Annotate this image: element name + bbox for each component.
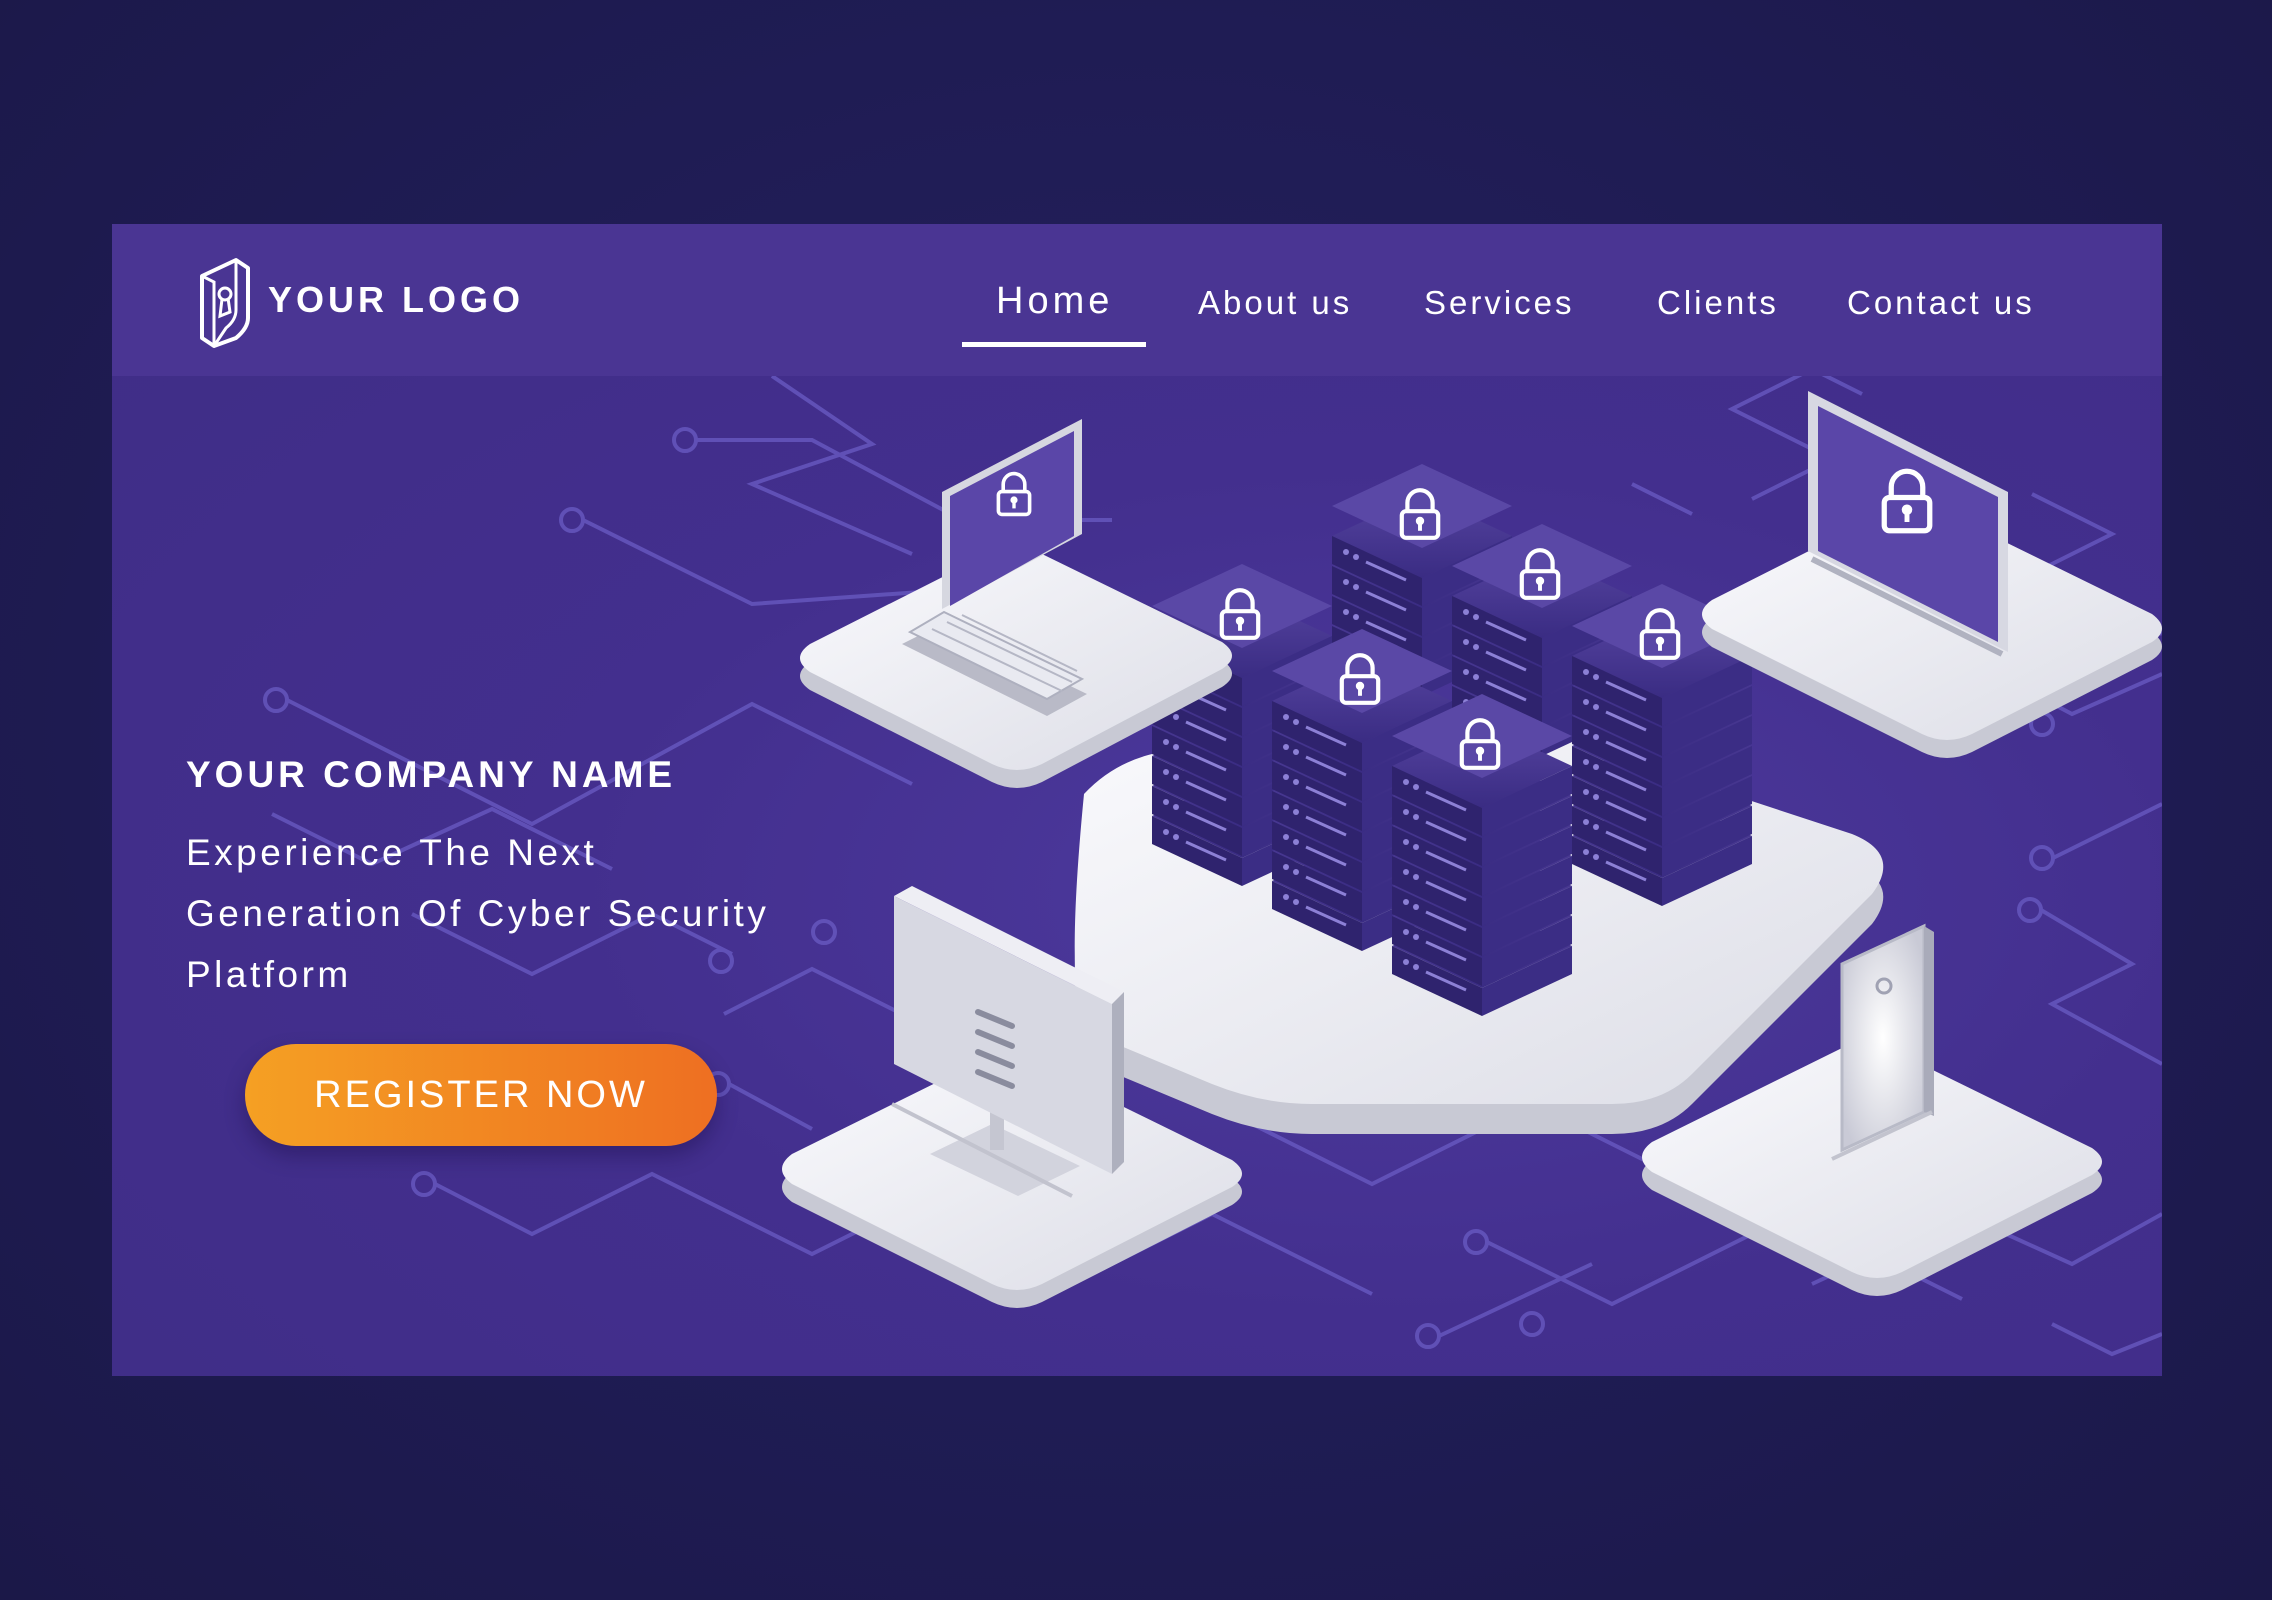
tagline-line: Platform (186, 954, 352, 995)
nav-clients[interactable]: Clients (1657, 284, 1779, 322)
cyber-security-illustration (263, 366, 2162, 1357)
landing-page-card: YOUR LOGO Home About us Services Clients… (112, 224, 2162, 1376)
company-name: YOUR COMPANY NAME (186, 754, 677, 795)
top-navbar: YOUR LOGO Home About us Services Clients… (112, 224, 2162, 376)
nav-services[interactable]: Services (1424, 284, 1575, 322)
nav-about-us[interactable]: About us (1198, 284, 1352, 322)
tagline-line: Generation Of Cyber Security (186, 893, 770, 934)
nav-home[interactable]: Home (996, 280, 1113, 323)
nav-active-underline (962, 342, 1146, 347)
hero-tagline: Experience The Next Generation Of Cyber … (186, 822, 906, 1005)
shield-keyhole-icon (200, 258, 250, 348)
tagline-line: Experience The Next (186, 832, 598, 873)
nav-contact-us[interactable]: Contact us (1847, 284, 2035, 322)
register-now-button[interactable]: REGISTER NOW (245, 1044, 717, 1146)
logo-text: YOUR LOGO (268, 279, 525, 320)
logo[interactable]: YOUR LOGO (192, 258, 525, 348)
